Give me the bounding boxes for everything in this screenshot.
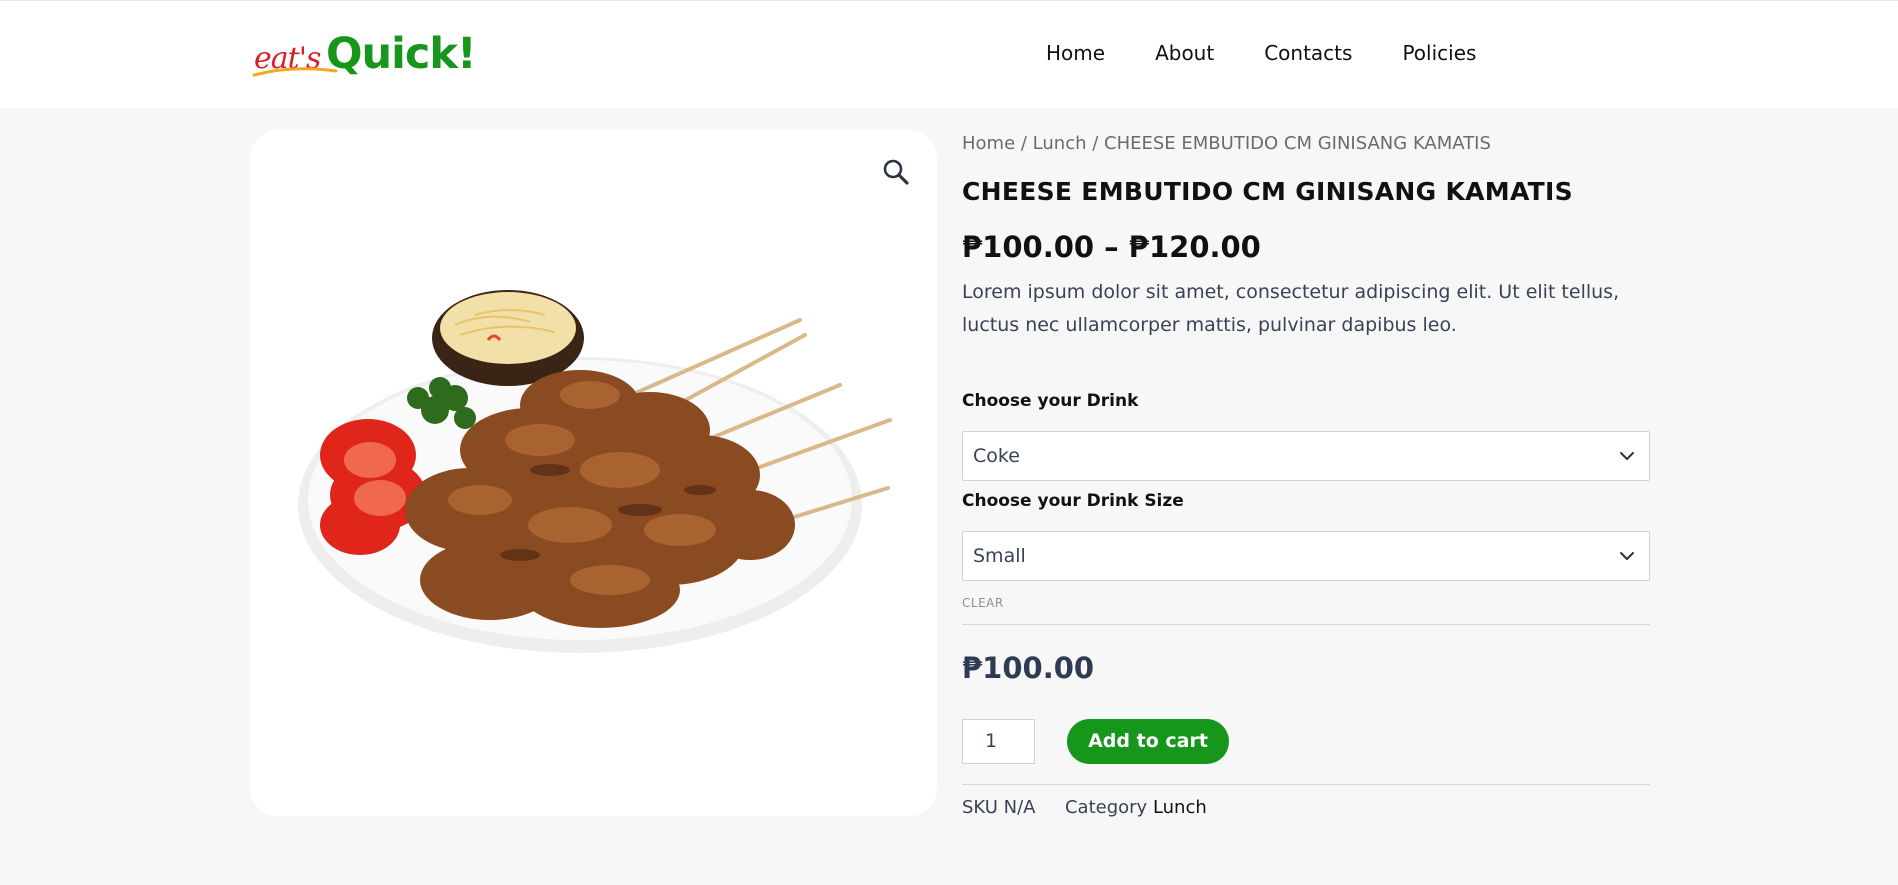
main-nav: Home About Contacts Policies [1046, 41, 1526, 65]
breadcrumb-separator: / [1015, 133, 1033, 154]
nav-policies[interactable]: Policies [1402, 41, 1476, 65]
category-label: Category [1064, 797, 1148, 818]
site-header: eat's Quick! Home About Contacts Policie… [0, 0, 1898, 108]
product-gallery [250, 130, 937, 816]
product-price-range: ₱100.00 – ₱120.00 [962, 230, 1261, 264]
breadcrumb-category[interactable]: Lunch [1033, 133, 1087, 154]
divider [962, 784, 1650, 785]
sku-value: N/A [1003, 797, 1036, 818]
drink-select-value: Coke [973, 445, 1020, 467]
magnifier-icon[interactable] [880, 156, 912, 188]
drink-select[interactable]: Coke [962, 431, 1650, 481]
chevron-down-icon [1620, 552, 1634, 560]
nav-home[interactable]: Home [1046, 41, 1105, 65]
logo-swoosh-icon [252, 67, 338, 77]
breadcrumb: Home / Lunch / CHEESE EMBUTIDO CM GINISA… [962, 130, 1650, 158]
breadcrumb-separator: / [1086, 133, 1105, 154]
product-meta: SKU N/A Category Lunch [962, 797, 1207, 818]
drink-size-select[interactable]: Small [962, 531, 1650, 581]
clear-selection-link[interactable]: CLEAR [962, 596, 1004, 610]
breadcrumb-current: CHEESE EMBUTIDO CM GINISANG KAMATIS [1104, 133, 1491, 154]
category-link[interactable]: Lunch [1153, 797, 1207, 818]
product-summary: Home / Lunch / CHEESE EMBUTIDO CM GINISA… [962, 130, 1650, 818]
drink-size-label: Choose your Drink Size [962, 491, 1184, 511]
sku-label: SKU [962, 797, 998, 818]
nav-about[interactable]: About [1155, 41, 1214, 65]
logo-word-text: Quick! [326, 29, 477, 79]
quantity-input[interactable]: 1 [962, 719, 1035, 764]
variation-price: ₱100.00 [962, 651, 1095, 685]
product-image[interactable] [290, 280, 900, 660]
site-logo[interactable]: eat's Quick! [252, 27, 477, 83]
add-to-cart-button[interactable]: Add to cart [1067, 719, 1229, 764]
drink-label: Choose your Drink [962, 391, 1139, 411]
drink-size-select-value: Small [973, 545, 1026, 567]
nav-contacts[interactable]: Contacts [1264, 41, 1352, 65]
product-description: Lorem ipsum dolor sit amet, consectetur … [962, 281, 1620, 336]
divider [962, 624, 1650, 625]
chevron-down-icon [1620, 452, 1634, 460]
product-title: CHEESE EMBUTIDO CM GINISANG KAMATIS [962, 177, 1573, 206]
breadcrumb-home[interactable]: Home [962, 133, 1015, 154]
